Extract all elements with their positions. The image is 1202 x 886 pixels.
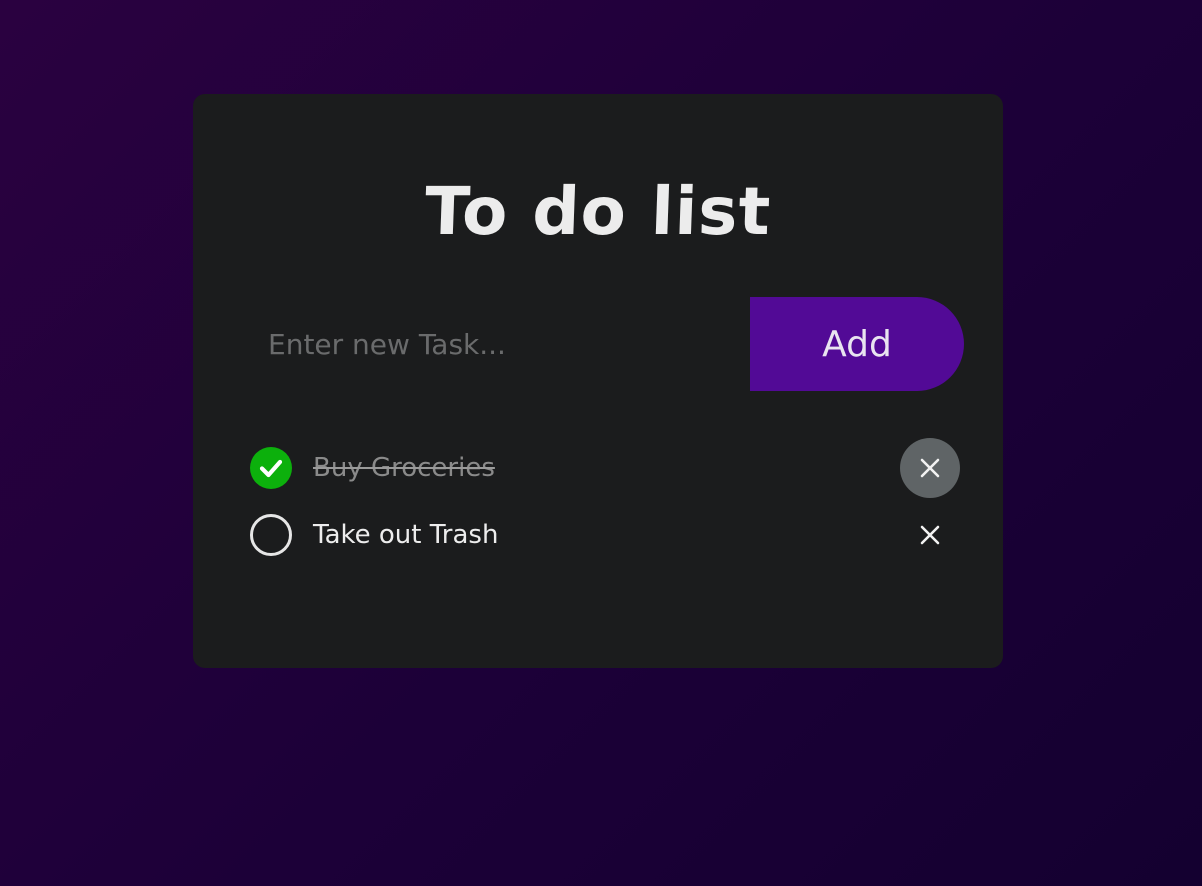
- task-item-buy-groceries[interactable]: Buy Groceries: [250, 434, 960, 501]
- circle-icon[interactable]: [250, 513, 292, 556]
- page-title: To do list: [423, 173, 773, 250]
- task-label: Buy Groceries: [313, 452, 495, 483]
- add-task-button[interactable]: Add: [750, 297, 964, 391]
- task-list: Buy Groceries Take out Trash: [250, 434, 960, 568]
- close-icon: [920, 525, 940, 544]
- task-item-take-out-trash[interactable]: Take out Trash: [250, 501, 960, 568]
- delete-task-button[interactable]: [900, 505, 960, 565]
- check-icon[interactable]: [250, 446, 292, 489]
- new-task-row: Add: [238, 297, 964, 391]
- task-label: Take out Trash: [313, 519, 499, 550]
- close-icon: [920, 458, 940, 477]
- delete-task-button[interactable]: [900, 437, 960, 498]
- checkmark-glyph-icon: [259, 459, 283, 477]
- new-task-input[interactable]: [238, 297, 750, 391]
- todo-card: To do list Add Buy Groceries Take out Tr…: [193, 94, 1003, 668]
